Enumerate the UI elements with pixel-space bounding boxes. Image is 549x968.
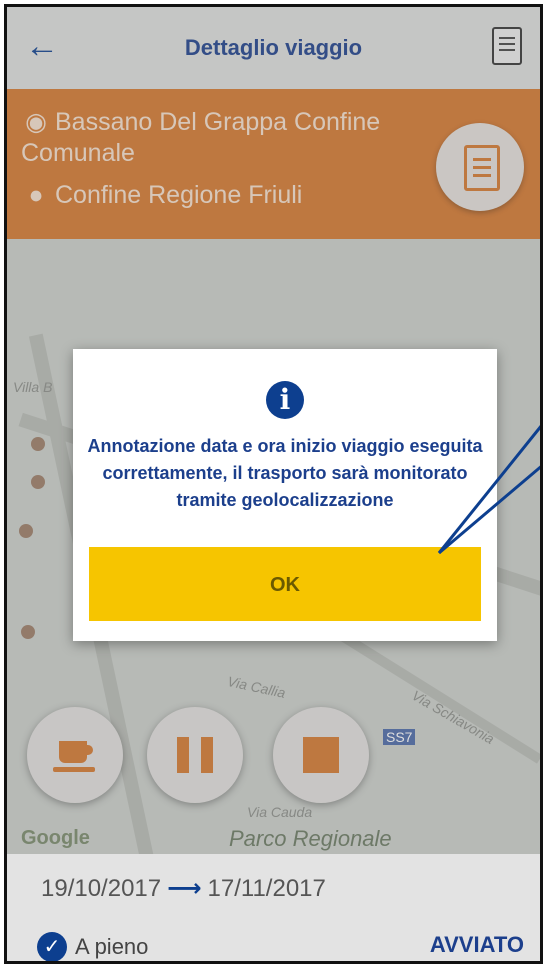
end-date: 17/11/2017 <box>207 875 326 902</box>
info-dialog: i Annotazione data e ora inizio viaggio … <box>73 349 497 641</box>
cargo-status: A pieno <box>75 934 149 959</box>
info-icon: i <box>266 381 304 419</box>
date-range: 19/10/2017 ⟶ 17/11/2017 <box>41 874 326 903</box>
check-circle-icon: ✓ <box>37 932 67 961</box>
annotation-pointer-icon <box>437 425 540 555</box>
trip-status-badge: AVVIATO <box>429 932 524 957</box>
arrow-right-icon: ⟶ <box>167 875 202 902</box>
app-frame: ← Dettaglio viaggio ◉ Bassano Del Grappa … <box>4 4 543 964</box>
dialog-message: Annotazione data e ora inizio viaggio es… <box>87 436 483 510</box>
trip-summary-bar: 19/10/2017 ⟶ 17/11/2017 ✓ A pieno AVVIATO <box>7 854 540 961</box>
ok-button[interactable]: OK <box>89 547 481 621</box>
start-date: 19/10/2017 <box>41 875 162 902</box>
